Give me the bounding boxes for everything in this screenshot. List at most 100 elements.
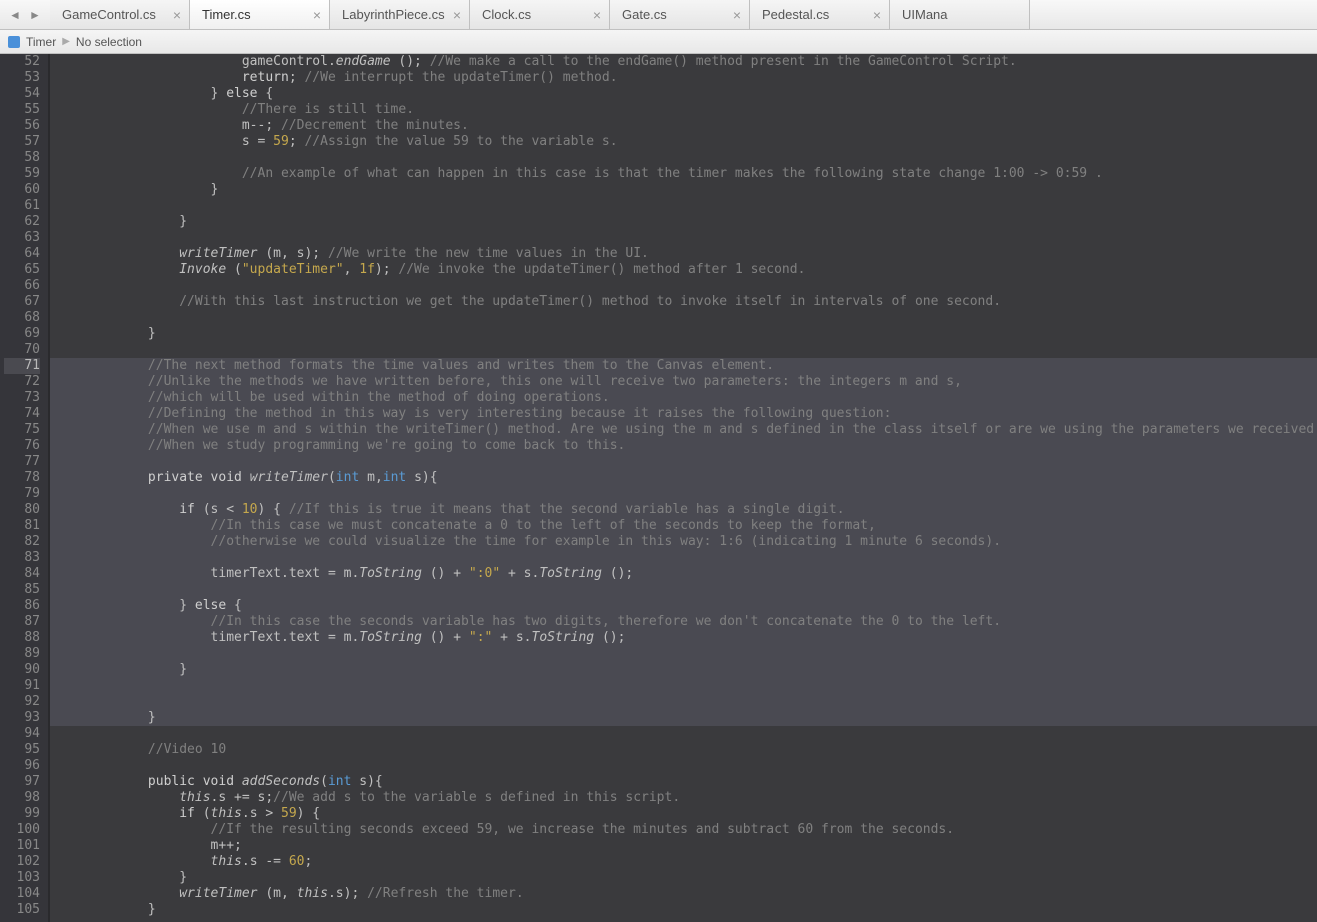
tab-timer-cs[interactable]: Timer.cs× bbox=[190, 0, 330, 29]
line-number: 91 bbox=[4, 678, 40, 694]
close-icon[interactable]: × bbox=[873, 7, 881, 23]
code-editor[interactable]: 5253545556575859606162636465666768697071… bbox=[0, 54, 1317, 922]
breadcrumb-file[interactable]: Timer bbox=[26, 35, 56, 49]
code-line[interactable]: } bbox=[50, 870, 1317, 886]
code-line[interactable]: } bbox=[50, 182, 1317, 198]
line-number: 99 bbox=[4, 806, 40, 822]
line-number: 100 bbox=[4, 822, 40, 838]
code-line[interactable] bbox=[50, 486, 1317, 502]
code-line[interactable] bbox=[50, 278, 1317, 294]
code-line[interactable]: } bbox=[50, 326, 1317, 342]
close-icon[interactable]: × bbox=[173, 7, 181, 23]
line-number: 74 bbox=[4, 406, 40, 422]
code-line[interactable]: //With this last instruction we get the … bbox=[50, 294, 1317, 310]
code-line[interactable]: private void writeTimer(int m,int s){ bbox=[50, 470, 1317, 486]
code-line[interactable]: //Unlike the methods we have written bef… bbox=[50, 374, 1317, 390]
tab-label: Gate.cs bbox=[622, 7, 667, 22]
code-line[interactable]: m--; //Decrement the minutes. bbox=[50, 118, 1317, 134]
code-line[interactable]: //In this case we must concatenate a 0 t… bbox=[50, 518, 1317, 534]
nav-forward-button[interactable]: ► bbox=[25, 5, 45, 25]
tab-labyrinthpiece-cs[interactable]: LabyrinthPiece.cs × bbox=[330, 0, 470, 29]
tab-uimana[interactable]: UIMana bbox=[890, 0, 1030, 29]
line-number: 88 bbox=[4, 630, 40, 646]
code-line[interactable]: } bbox=[50, 214, 1317, 230]
code-line[interactable] bbox=[50, 758, 1317, 774]
breadcrumb-bar: Timer ▶ No selection bbox=[0, 30, 1317, 54]
line-number-gutter: 5253545556575859606162636465666768697071… bbox=[0, 54, 50, 922]
line-number: 62 bbox=[4, 214, 40, 230]
code-line[interactable]: //otherwise we could visualize the time … bbox=[50, 534, 1317, 550]
code-line[interactable] bbox=[50, 198, 1317, 214]
line-number: 78 bbox=[4, 470, 40, 486]
line-number: 57 bbox=[4, 134, 40, 150]
tab-gamecontrol-cs[interactable]: GameControl.cs× bbox=[50, 0, 190, 29]
code-line[interactable]: //Video 10 bbox=[50, 742, 1317, 758]
code-line[interactable]: //In this case the seconds variable has … bbox=[50, 614, 1317, 630]
code-line[interactable] bbox=[50, 454, 1317, 470]
line-number: 65 bbox=[4, 262, 40, 278]
close-icon[interactable]: × bbox=[453, 7, 461, 23]
tab-label: Pedestal.cs bbox=[762, 7, 829, 22]
code-line[interactable]: } else { bbox=[50, 598, 1317, 614]
code-line[interactable]: writeTimer (m, this.s); //Refresh the ti… bbox=[50, 886, 1317, 902]
line-number: 75 bbox=[4, 422, 40, 438]
code-line[interactable]: return; //We interrupt the updateTimer()… bbox=[50, 70, 1317, 86]
code-line[interactable] bbox=[50, 310, 1317, 326]
line-number: 86 bbox=[4, 598, 40, 614]
code-line[interactable]: timerText.text = m.ToString () + ":" + s… bbox=[50, 630, 1317, 646]
code-line[interactable]: if (this.s > 59) { bbox=[50, 806, 1317, 822]
tab-label: LabyrinthPiece.cs bbox=[342, 7, 445, 22]
code-line[interactable]: Invoke ("updateTimer", 1f); //We invoke … bbox=[50, 262, 1317, 278]
code-line[interactable] bbox=[50, 150, 1317, 166]
code-line[interactable] bbox=[50, 342, 1317, 358]
close-icon[interactable]: × bbox=[733, 7, 741, 23]
code-line[interactable] bbox=[50, 550, 1317, 566]
code-line[interactable] bbox=[50, 678, 1317, 694]
code-line[interactable] bbox=[50, 646, 1317, 662]
code-line[interactable]: } bbox=[50, 710, 1317, 726]
line-number: 95 bbox=[4, 742, 40, 758]
line-number: 104 bbox=[4, 886, 40, 902]
line-number: 60 bbox=[4, 182, 40, 198]
code-line[interactable]: this.s -= 60; bbox=[50, 854, 1317, 870]
code-line[interactable] bbox=[50, 582, 1317, 598]
code-line[interactable]: timerText.text = m.ToString () + ":0" + … bbox=[50, 566, 1317, 582]
code-line[interactable]: //which will be used within the method o… bbox=[50, 390, 1317, 406]
line-number: 66 bbox=[4, 278, 40, 294]
close-icon[interactable]: × bbox=[313, 7, 321, 23]
tab-clock-cs[interactable]: Clock.cs× bbox=[470, 0, 610, 29]
code-line[interactable]: //If the resulting seconds exceed 59, we… bbox=[50, 822, 1317, 838]
code-area[interactable]: gameControl.endGame (); //We make a call… bbox=[50, 54, 1317, 922]
tab-gate-cs[interactable]: Gate.cs × bbox=[610, 0, 750, 29]
tab-pedestal-cs[interactable]: Pedestal.cs × bbox=[750, 0, 890, 29]
line-number: 96 bbox=[4, 758, 40, 774]
code-line[interactable]: } bbox=[50, 662, 1317, 678]
code-line[interactable]: } bbox=[50, 902, 1317, 918]
code-line[interactable]: gameControl.endGame (); //We make a call… bbox=[50, 54, 1317, 70]
line-number: 76 bbox=[4, 438, 40, 454]
code-line[interactable]: public void addSeconds(int s){ bbox=[50, 774, 1317, 790]
code-line[interactable] bbox=[50, 726, 1317, 742]
line-number: 102 bbox=[4, 854, 40, 870]
file-icon bbox=[8, 36, 20, 48]
code-line[interactable] bbox=[50, 230, 1317, 246]
nav-back-button[interactable]: ◄ bbox=[5, 5, 25, 25]
code-line[interactable] bbox=[50, 694, 1317, 710]
code-line[interactable]: //When we use m and s within the writeTi… bbox=[50, 422, 1317, 438]
code-line[interactable]: //Defining the method in this way is ver… bbox=[50, 406, 1317, 422]
code-line[interactable]: //The next method formats the time value… bbox=[50, 358, 1317, 374]
line-number: 84 bbox=[4, 566, 40, 582]
code-line[interactable]: m++; bbox=[50, 838, 1317, 854]
code-line[interactable]: s = 59; //Assign the value 59 to the var… bbox=[50, 134, 1317, 150]
code-line[interactable]: } else { bbox=[50, 86, 1317, 102]
line-number: 87 bbox=[4, 614, 40, 630]
code-line[interactable]: writeTimer (m, s); //We write the new ti… bbox=[50, 246, 1317, 262]
line-number: 54 bbox=[4, 86, 40, 102]
close-icon[interactable]: × bbox=[593, 7, 601, 23]
code-line[interactable]: //When we study programming we're going … bbox=[50, 438, 1317, 454]
code-line[interactable]: if (s < 10) { //If this is true it means… bbox=[50, 502, 1317, 518]
code-line[interactable]: //There is still time. bbox=[50, 102, 1317, 118]
code-line[interactable]: this.s += s;//We add s to the variable s… bbox=[50, 790, 1317, 806]
breadcrumb-selection[interactable]: No selection bbox=[76, 35, 142, 49]
code-line[interactable]: //An example of what can happen in this … bbox=[50, 166, 1317, 182]
